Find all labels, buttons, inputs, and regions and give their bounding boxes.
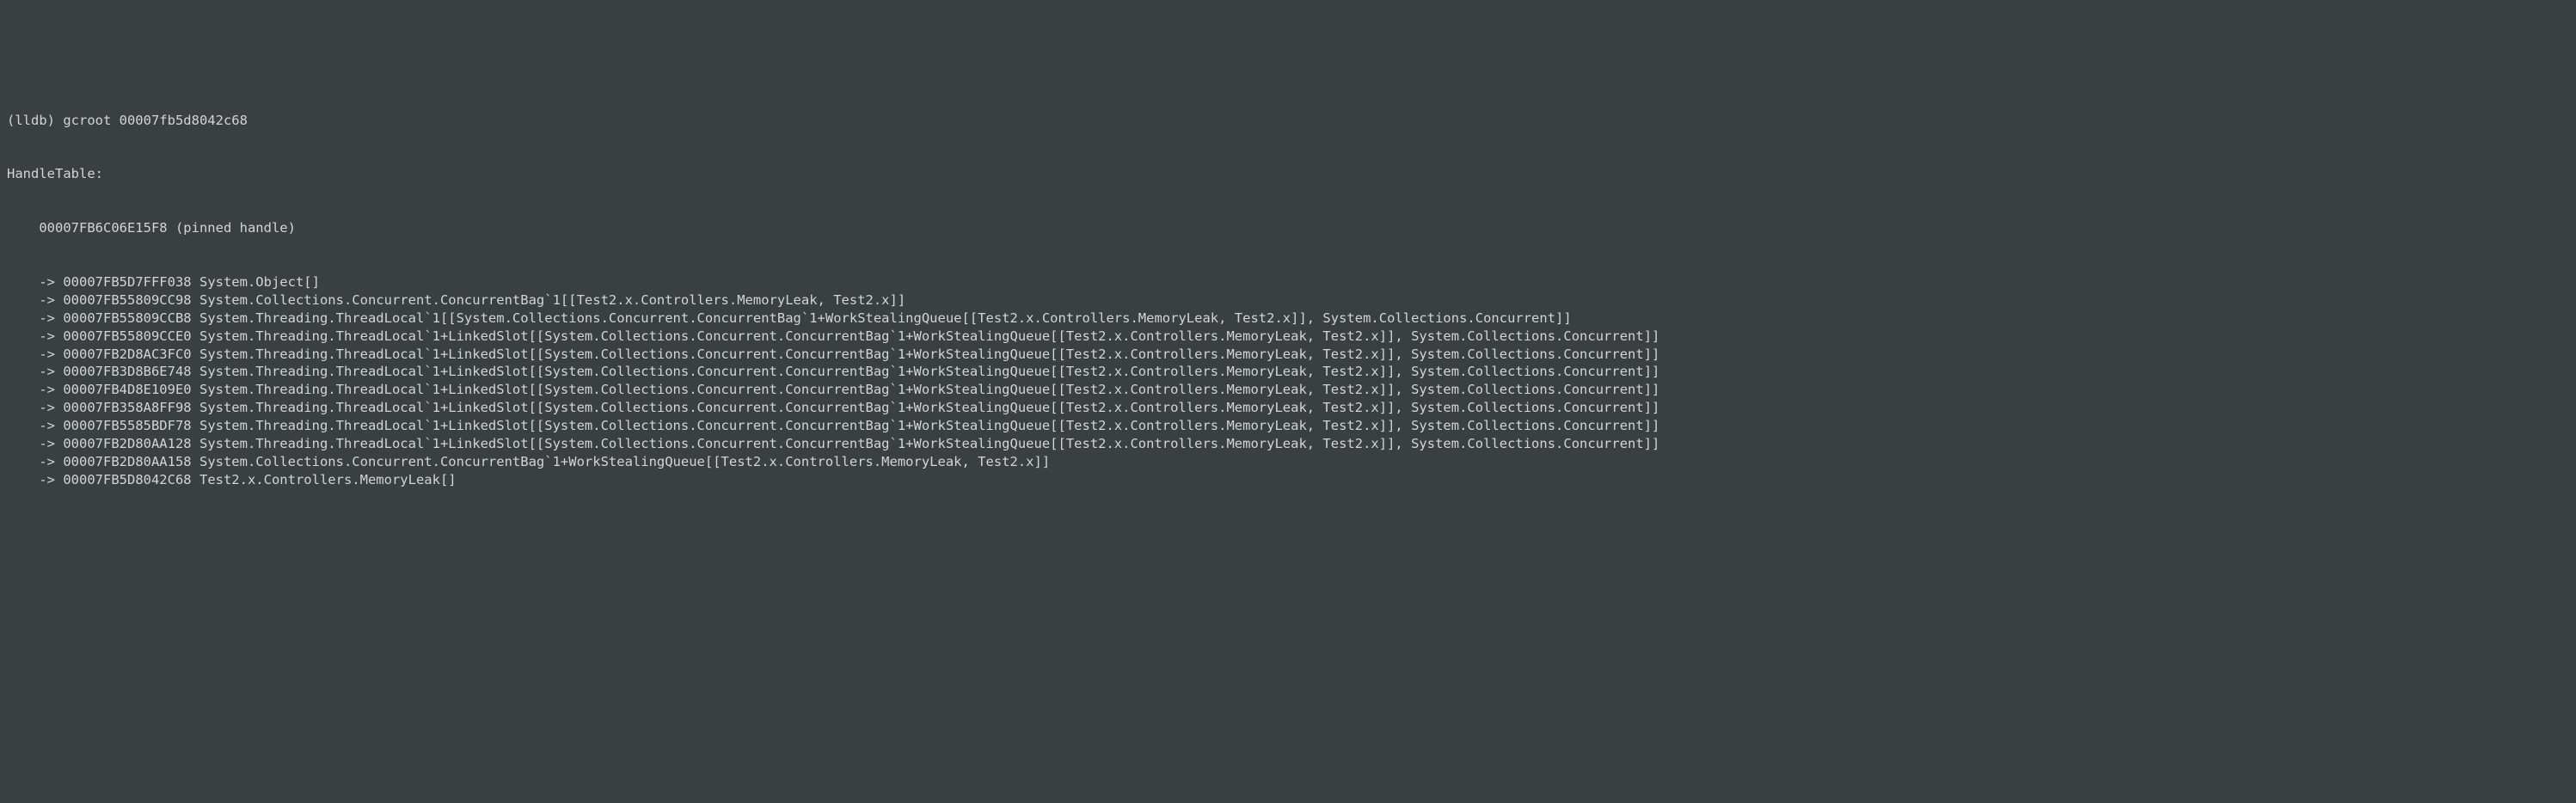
root-handle-text: 00007FB6C06E15F8 (pinned handle) <box>39 220 296 236</box>
terminal-output: (lldb) gcroot 00007fb5d8042c68 HandleTab… <box>7 76 2569 507</box>
chain-entry: -> 00007FB2D80AA128 System.Threading.Thr… <box>7 435 2569 453</box>
chain-separator <box>192 310 199 326</box>
chain-entry: -> 00007FB55809CCB8 System.Threading.Thr… <box>7 310 2569 328</box>
chain-type: System.Threading.ThreadLocal`1+LinkedSlo… <box>199 436 1659 451</box>
chain-separator <box>192 400 199 415</box>
chain-address: 00007FB2D80AA158 <box>63 454 191 469</box>
handle-table-header: HandleTable: <box>7 165 2569 183</box>
chain-separator <box>192 364 199 379</box>
chain-address: 00007FB5D8042C68 <box>63 472 191 487</box>
chain-type: System.Threading.ThreadLocal`1+LinkedSlo… <box>199 346 1659 362</box>
gc-root-chain: -> 00007FB5D7FFF038 System.Object[] -> 0… <box>7 273 2569 489</box>
chain-entry: -> 00007FB358A8FF98 System.Threading.Thr… <box>7 399 2569 417</box>
chain-separator <box>192 436 199 451</box>
chain-type: System.Threading.ThreadLocal`1+LinkedSlo… <box>199 364 1659 379</box>
chain-type: System.Threading.ThreadLocal`1+LinkedSlo… <box>199 400 1659 415</box>
chain-arrow-indent: -> <box>7 292 63 308</box>
chain-arrow-indent: -> <box>7 418 63 433</box>
chain-address: 00007FB55809CC98 <box>63 292 191 308</box>
root-handle-line: 00007FB6C06E15F8 (pinned handle) <box>7 219 2569 237</box>
chain-arrow-indent: -> <box>7 472 63 487</box>
chain-arrow-indent: -> <box>7 436 63 451</box>
chain-address: 00007FB5D7FFF038 <box>63 274 191 290</box>
chain-arrow-indent: -> <box>7 328 63 344</box>
chain-arrow-indent: -> <box>7 382 63 397</box>
chain-arrow-indent: -> <box>7 310 63 326</box>
chain-separator <box>192 328 199 344</box>
chain-separator <box>192 454 199 469</box>
chain-entry: -> 00007FB4D8E109E0 System.Threading.Thr… <box>7 381 2569 399</box>
chain-type: System.Threading.ThreadLocal`1+LinkedSlo… <box>199 382 1659 397</box>
chain-type: System.Threading.ThreadLocal`1+LinkedSlo… <box>199 328 1659 344</box>
chain-entry: -> 00007FB55809CC98 System.Collections.C… <box>7 291 2569 310</box>
chain-arrow-indent: -> <box>7 400 63 415</box>
chain-address: 00007FB2D8AC3FC0 <box>63 346 191 362</box>
chain-address: 00007FB5585BDF78 <box>63 418 191 433</box>
chain-separator <box>192 274 199 290</box>
chain-type: Test2.x.Controllers.MemoryLeak[] <box>199 472 457 487</box>
chain-type: System.Threading.ThreadLocal`1[[System.C… <box>199 310 1572 326</box>
chain-entry: -> 00007FB5585BDF78 System.Threading.Thr… <box>7 417 2569 435</box>
chain-address: 00007FB2D80AA128 <box>63 436 191 451</box>
chain-entry: -> 00007FB2D8AC3FC0 System.Threading.Thr… <box>7 346 2569 364</box>
chain-address: 00007FB4D8E109E0 <box>63 382 191 397</box>
chain-entry: -> 00007FB2D80AA158 System.Collections.C… <box>7 453 2569 471</box>
chain-type: System.Object[] <box>199 274 320 290</box>
chain-separator <box>192 292 199 308</box>
chain-arrow-indent: -> <box>7 364 63 379</box>
chain-address: 00007FB358A8FF98 <box>63 400 191 415</box>
root-indent <box>7 220 39 236</box>
chain-arrow-indent: -> <box>7 346 63 362</box>
chain-separator <box>192 382 199 397</box>
chain-type: System.Collections.Concurrent.Concurrent… <box>199 454 1050 469</box>
chain-entry: -> 00007FB3D8B6E748 System.Threading.Thr… <box>7 363 2569 381</box>
chain-separator <box>192 472 199 487</box>
chain-address: 00007FB55809CCE0 <box>63 328 191 344</box>
chain-address: 00007FB3D8B6E748 <box>63 364 191 379</box>
chain-separator <box>192 418 199 433</box>
chain-entry: -> 00007FB5D7FFF038 System.Object[] <box>7 273 2569 291</box>
chain-address: 00007FB55809CCB8 <box>63 310 191 326</box>
lldb-prompt-line: (lldb) gcroot 00007fb5d8042c68 <box>7 112 2569 130</box>
chain-entry: -> 00007FB5D8042C68 Test2.x.Controllers.… <box>7 471 2569 489</box>
chain-entry: -> 00007FB55809CCE0 System.Threading.Thr… <box>7 328 2569 346</box>
chain-arrow-indent: -> <box>7 274 63 290</box>
chain-type: System.Collections.Concurrent.Concurrent… <box>199 292 905 308</box>
chain-separator <box>192 346 199 362</box>
chain-arrow-indent: -> <box>7 454 63 469</box>
chain-type: System.Threading.ThreadLocal`1+LinkedSlo… <box>199 418 1659 433</box>
